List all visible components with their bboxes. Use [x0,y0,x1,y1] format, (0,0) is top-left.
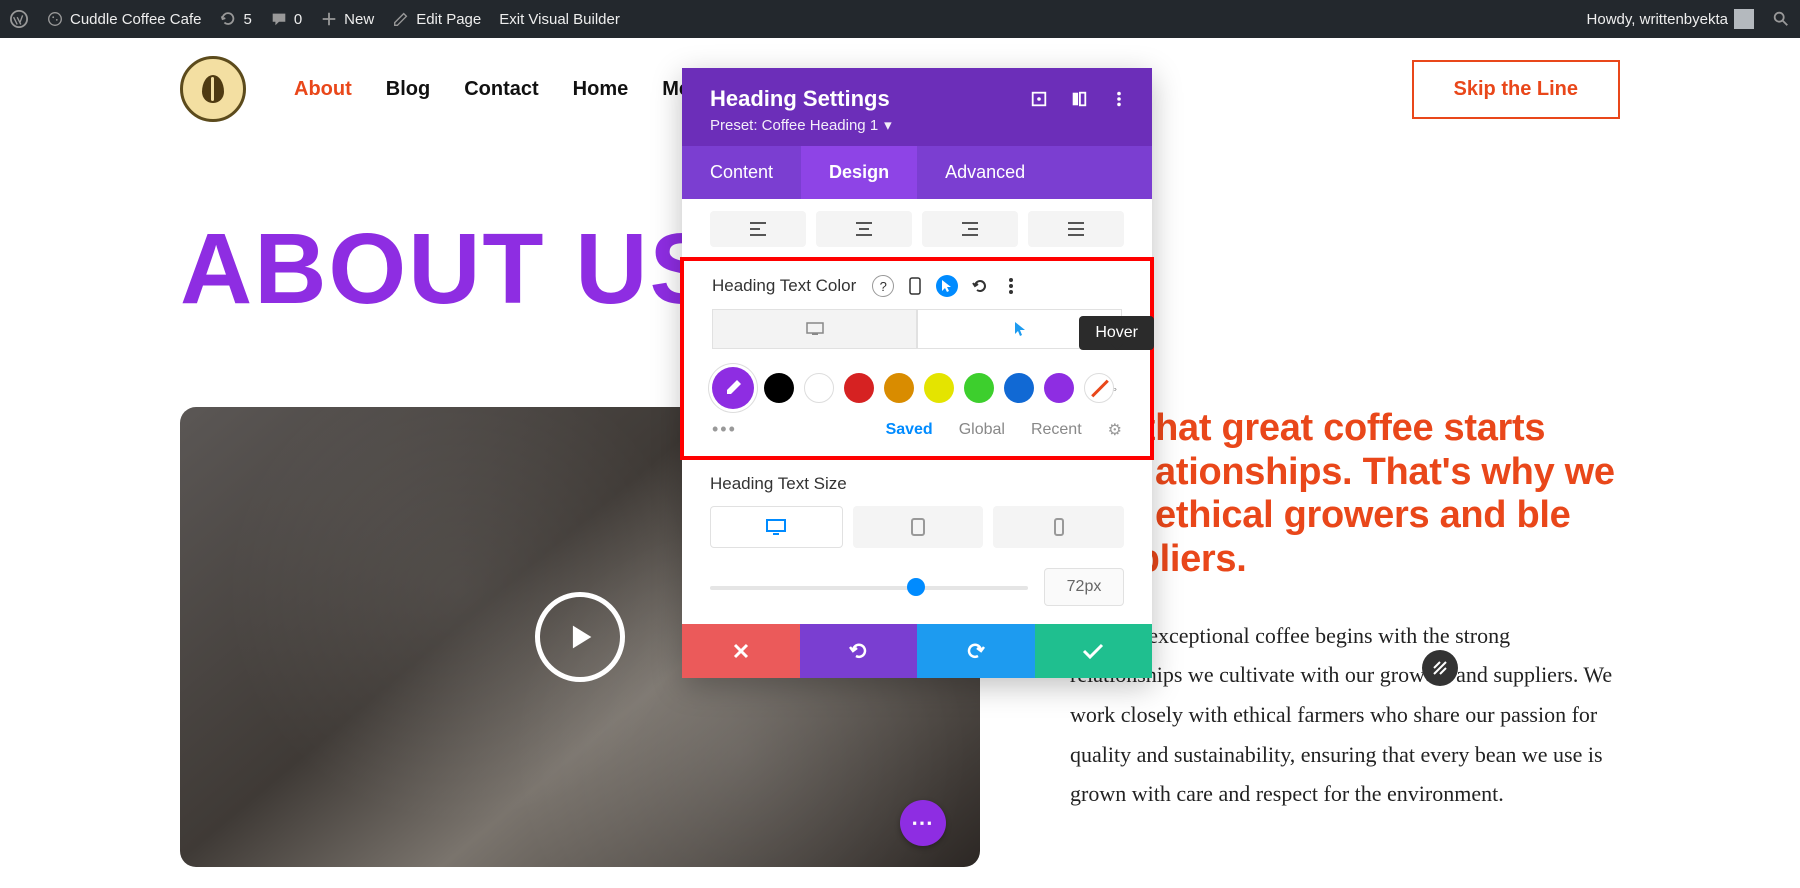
user-greeting[interactable]: Howdy, writtenbyekta [1587,0,1754,38]
comments-count-value: 0 [294,11,302,28]
exit-visual-builder[interactable]: Exit Visual Builder [499,0,620,38]
tab-design[interactable]: Design [801,146,917,199]
align-left-button[interactable] [710,211,806,247]
nav-about[interactable]: About [294,78,352,101]
preset-selector[interactable]: Preset: Coffee Heading 1 ▾ [710,116,892,134]
swatch-none[interactable] [1084,373,1114,403]
play-button[interactable] [535,592,625,682]
device-tablet-button[interactable] [853,506,984,548]
align-center-button[interactable] [816,211,912,247]
main-nav: About Blog Contact Home Menu [294,78,714,101]
color-swatch-row [684,361,1150,417]
site-logo[interactable] [180,56,246,122]
redo-footer-button[interactable] [917,624,1035,678]
site-name-text: Cuddle Coffee Cafe [70,11,201,28]
help-icon[interactable]: ? [872,275,894,297]
wp-admin-bar: Cuddle Coffee Cafe 5 0 New Edit Page Exi… [0,0,1800,38]
swatch-black[interactable] [764,373,794,403]
refresh-count-value: 5 [243,11,251,28]
swatch-green[interactable] [964,373,994,403]
size-slider-row [682,558,1152,624]
hover-tooltip: Hover [1079,316,1154,350]
heading-settings-panel: Heading Settings Preset: Coffee Heading … [682,68,1152,678]
device-row [682,500,1152,558]
snap-icon[interactable] [1070,90,1088,108]
palette-tabs: ••• Saved Global Recent ⚙ [684,417,1150,450]
slider-thumb[interactable] [907,578,925,596]
palette-more-dots[interactable]: ••• [712,419,737,440]
size-slider[interactable] [710,583,1028,591]
tab-advanced[interactable]: Advanced [917,146,1053,199]
edit-page-link[interactable]: Edit Page [392,0,481,38]
swatch-white[interactable] [804,373,834,403]
discard-button[interactable] [682,624,800,678]
device-desktop-button[interactable] [710,506,843,548]
panel-tabs: Content Design Advanced [682,146,1152,199]
panel-menu-icon[interactable] [1110,90,1128,108]
nav-home[interactable]: Home [573,78,629,101]
palette-tab-global[interactable]: Global [959,421,1005,439]
text-align-row [682,199,1152,257]
admin-search[interactable] [1772,0,1790,38]
align-justify-button[interactable] [1028,211,1124,247]
undo-icon[interactable] [968,275,990,297]
cursor-active-icon[interactable] [936,275,958,297]
nav-contact[interactable]: Contact [464,78,538,101]
palette-settings-gear-icon[interactable]: ⚙ [1108,420,1122,440]
state-default-button[interactable] [712,309,917,349]
expand-icon[interactable] [1030,90,1048,108]
options-dots-icon[interactable] [1000,275,1022,297]
phone-icon[interactable] [904,275,926,297]
tab-content[interactable]: Content [682,146,801,199]
size-value-input[interactable] [1044,568,1124,606]
size-section-label: Heading Text Size [682,460,1152,500]
device-phone-button[interactable] [993,506,1124,548]
align-right-button[interactable] [922,211,1018,247]
swatch-purple[interactable] [1044,373,1074,403]
body-text: tment to exceptional coffee begins with … [1070,616,1620,814]
new-content-label: New [344,11,374,28]
swatch-yellow[interactable] [924,373,954,403]
swatch-red[interactable] [844,373,874,403]
cta-button[interactable]: Skip the Line [1412,60,1620,119]
swatch-blue[interactable] [1004,373,1034,403]
avatar [1734,9,1754,29]
edit-page-label: Edit Page [416,11,481,28]
preset-label: Preset: Coffee Heading 1 [710,117,878,134]
save-button[interactable] [1035,624,1153,678]
panel-header[interactable]: Heading Settings Preset: Coffee Heading … [682,68,1152,146]
undo-footer-button[interactable] [800,624,918,678]
new-content[interactable]: New [320,0,374,38]
module-add-fab[interactable]: ⋯ [900,800,946,846]
comments-count[interactable]: 0 [270,0,302,38]
panel-title: Heading Settings [710,86,890,112]
greeting-text: Howdy, writtenbyekta [1587,11,1728,28]
refresh-count[interactable]: 5 [219,0,251,38]
site-name-link[interactable]: Cuddle Coffee Cafe [46,0,201,38]
palette-tab-recent[interactable]: Recent [1031,421,1082,439]
palette-tab-saved[interactable]: Saved [886,421,933,439]
swatch-orange[interactable] [884,373,914,403]
color-section-highlight: Heading Text Color ? Hover ☜ [680,257,1154,460]
color-section-label: Heading Text Color [712,276,856,296]
panel-footer [682,624,1152,678]
nav-blog[interactable]: Blog [386,78,430,101]
exit-label: Exit Visual Builder [499,11,620,28]
panel-resize-handle[interactable] [1422,650,1458,686]
wp-logo[interactable] [10,0,28,38]
chevron-down-icon: ▾ [884,116,892,134]
eyedropper-button[interactable] [712,367,754,409]
